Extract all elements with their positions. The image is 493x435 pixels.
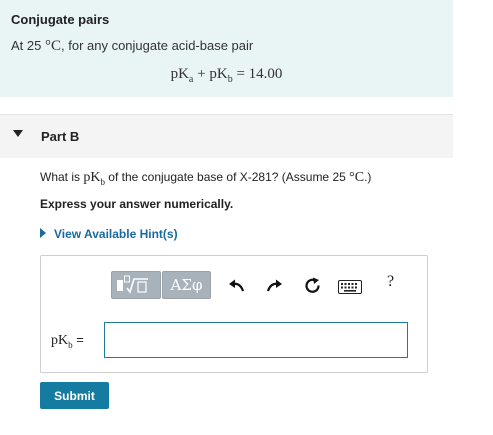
keyboard-icon[interactable] [338,280,362,294]
submit-button[interactable]: Submit [40,382,109,409]
hint-caret-icon [40,228,46,238]
intro-text-prefix: At 25 [11,38,42,53]
answer-label: pKb = [51,332,84,350]
question-suffix: .) [364,170,372,184]
redo-icon[interactable] [264,276,284,296]
answer-input[interactable] [104,322,408,358]
collapse-caret-icon[interactable] [13,130,23,137]
answer-label-symbol: pK [51,333,69,348]
intro-temp-unit: °C [44,38,61,54]
question-pkb: pKb [83,170,105,187]
eq-pkb-subscript: b [227,74,233,85]
question-middle: of the conjugate base of X-281? (Assume … [104,170,346,184]
eq-equals: = [236,66,245,82]
answer-editor: ΑΣφ ? pKb = [40,255,428,373]
eq-pka-symbol: pK [170,66,189,82]
eq-value: 14.00 [248,66,283,82]
question-pkb-symbol: pK [83,170,101,185]
pka-pkb-equation: pKa + pKb = 14.00 [0,66,453,85]
answer-instruction: Express your answer numerically. [40,197,234,211]
question-text: What is pKb of the conjugate base of X-2… [40,170,371,187]
greek-letters-button[interactable]: ΑΣφ [162,271,211,299]
question-prefix: What is [40,170,84,184]
hint-label: View Available Hint(s) [54,227,178,241]
answer-label-pkb: pKb [51,333,73,350]
eq-pka: pKa [170,66,194,85]
intro-text: At 25 °C, for any conjugate acid-base pa… [11,38,253,55]
intro-panel: Conjugate pairs At 25 °C, for any conjug… [0,0,453,97]
help-icon[interactable]: ? [387,273,394,291]
part-header[interactable]: Part B [0,114,453,158]
intro-text-suffix: , for any conjugate acid-base pair [61,38,254,53]
eq-pkb: pKb [209,66,233,85]
templates-button[interactable] [111,271,161,299]
part-label: Part B [41,129,80,144]
answer-label-subscript: b [68,339,73,350]
intro-title: Conjugate pairs [11,12,110,27]
eq-plus: + [197,66,206,82]
question-unit: °C [349,170,365,185]
eq-pkb-symbol: pK [209,66,228,82]
templates-icon [117,275,148,294]
reset-icon[interactable] [303,276,323,296]
view-hints-link[interactable]: View Available Hint(s) [40,227,178,241]
undo-icon[interactable] [227,276,247,296]
eq-pka-subscript: a [188,74,194,85]
answer-label-equals: = [76,332,84,347]
